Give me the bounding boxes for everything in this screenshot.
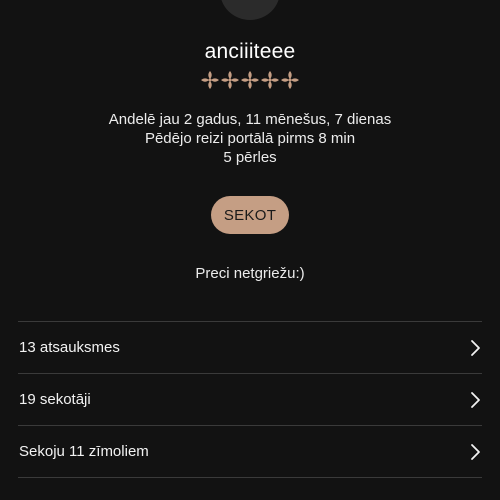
last-seen-text: Pēdējo reizi portālā pirms 8 min [144, 130, 356, 147]
profile-bio: Preci netgriežu:) [195, 265, 305, 282]
pearls-count-text: 5 pērles [223, 149, 277, 166]
chevron-right-icon [471, 443, 480, 460]
followers-row[interactable]: 19 sekotāji [18, 373, 482, 425]
flower-star-icon [201, 71, 219, 89]
following-brands-label: Sekoju 11 zīmoliem [19, 443, 149, 460]
chevron-right-icon [471, 339, 480, 356]
chevron-right-icon [471, 391, 480, 408]
profile-info: Andelē jau 2 gadus, 11 mēnešus, 7 dienas… [0, 110, 500, 167]
flower-star-icon [261, 71, 279, 89]
rating-stars [0, 70, 500, 90]
following-brands-row[interactable]: Sekoju 11 zīmoliem [18, 425, 482, 478]
flower-star-icon [241, 71, 259, 89]
avatar[interactable] [220, 0, 280, 20]
profile-stats-list: 13 atsauksmes 19 sekotāji Sekoju 11 zīmo… [18, 321, 482, 478]
flower-star-icon [281, 71, 299, 89]
followers-label: 19 sekotāji [19, 391, 91, 408]
follow-button[interactable]: SEKOT [211, 196, 289, 234]
reviews-row[interactable]: 13 atsauksmes [18, 321, 482, 373]
member-since-text: Andelē jau 2 gadus, 11 mēnešus, 7 dienas [108, 111, 392, 128]
profile-username: anciiiteee [204, 40, 296, 63]
flower-star-icon [221, 71, 239, 89]
reviews-label: 13 atsauksmes [19, 339, 120, 356]
profile-page: anciiiteee Andelē jau 2 gadus, 11 mēnešu… [0, 0, 500, 500]
